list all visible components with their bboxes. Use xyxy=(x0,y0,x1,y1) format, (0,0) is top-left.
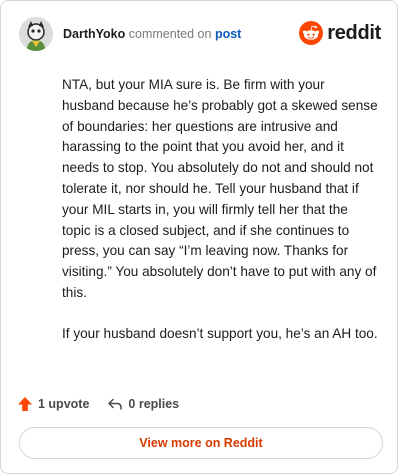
comment-paragraph: If your husband doesn’t support you, he’… xyxy=(62,325,378,341)
reddit-snoo-icon xyxy=(299,21,324,45)
comment-body: NTA, but your MIA sure is. Be firm with … xyxy=(62,75,380,365)
user-avatar[interactable] xyxy=(19,17,53,51)
upvote-arrow-icon xyxy=(18,397,32,411)
upvote-count: 1 upvote xyxy=(38,397,90,411)
comment-action-text: commented on xyxy=(128,27,212,41)
comment-card: DarthYoko commented on post reddit NTA, … xyxy=(0,0,398,474)
username-link[interactable]: DarthYoko xyxy=(63,27,125,41)
reddit-wordmark: reddit xyxy=(327,21,381,44)
comment-paragraph: NTA, but your MIA sure is. Be firm with … xyxy=(62,77,378,300)
comment-footer: 1 upvote 0 replies xyxy=(17,393,197,415)
post-link[interactable]: post xyxy=(215,27,241,41)
comment-header: DarthYoko commented on post xyxy=(19,15,241,53)
upvote-button[interactable]: 1 upvote xyxy=(17,396,89,412)
reply-arrow-icon xyxy=(108,398,123,410)
reply-count: 0 replies xyxy=(128,397,180,411)
view-more-button[interactable]: View more on Reddit xyxy=(19,427,383,459)
replies-button[interactable]: 0 replies xyxy=(107,396,179,412)
avatar-image xyxy=(19,17,53,51)
comment-meta: DarthYoko commented on post xyxy=(63,26,241,42)
reddit-logo[interactable]: reddit xyxy=(299,21,381,45)
